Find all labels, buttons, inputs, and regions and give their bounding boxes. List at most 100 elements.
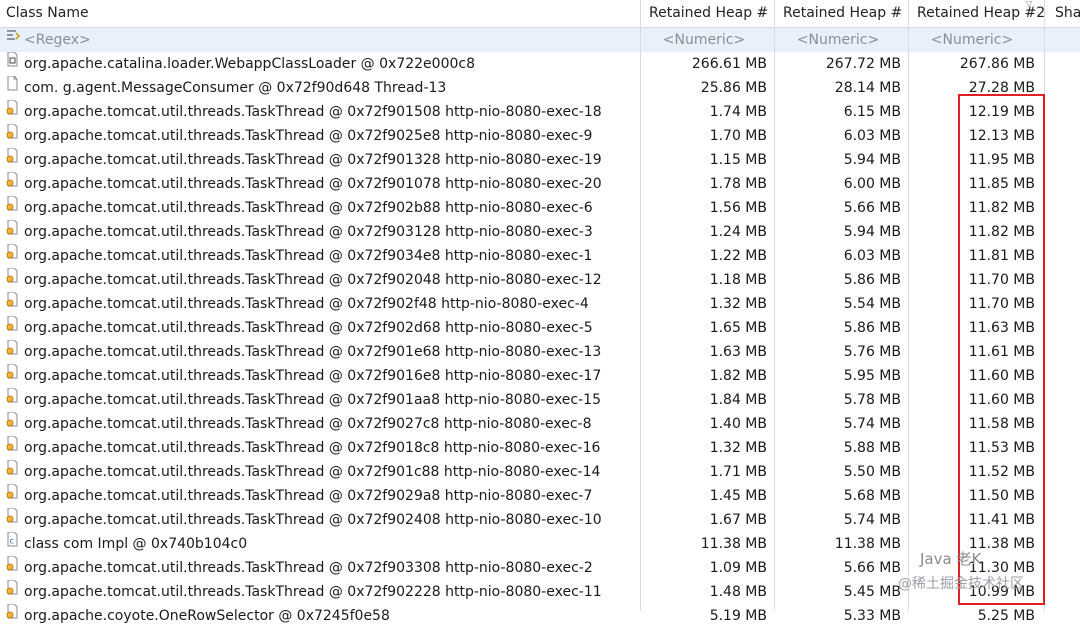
watermark-community: @稀土掘金技术社区 (898, 576, 1024, 592)
class-name-cell: org.apache.tomcat.util.threads.TaskThrea… (0, 340, 640, 364)
regex-filter-input[interactable]: <Regex> (24, 28, 91, 52)
column-header-heap2[interactable]: Retained Heap #2 (908, 0, 1044, 27)
retained-heap-0-cell: 1.67 MB (709, 512, 767, 528)
retained-heap-1-cell: 5.94 MB (843, 152, 901, 168)
table-row[interactable]: org.apache.tomcat.util.threads.TaskThrea… (0, 508, 1080, 532)
column-header-heap1[interactable]: Retained Heap #1 (774, 0, 903, 27)
table-row[interactable]: org.apache.tomcat.util.threads.TaskThrea… (0, 268, 1080, 292)
class-name-label: org.apache.tomcat.util.threads.TaskThrea… (24, 416, 592, 432)
class-name-label: org.apache.tomcat.util.threads.TaskThrea… (24, 104, 602, 120)
retained-heap-0-cell: 1.82 MB (709, 368, 767, 384)
class-name-cell: org.apache.tomcat.util.threads.TaskThrea… (0, 268, 640, 292)
table-row[interactable]: org.apache.tomcat.util.threads.TaskThrea… (0, 316, 1080, 340)
table-row[interactable]: org.apache.tomcat.util.threads.TaskThrea… (0, 292, 1080, 316)
column-divider (1044, 0, 1045, 611)
retained-heap-0-cell: 1.78 MB (709, 176, 767, 192)
table-row[interactable]: org.apache.tomcat.util.threads.TaskThrea… (0, 196, 1080, 220)
retained-heap-2-cell: 11.81 MB (968, 248, 1035, 264)
table-header: Class Name Retained Heap #0 Retained Hea… (0, 0, 1080, 28)
retained-heap-2-cell: 267.86 MB (959, 56, 1035, 72)
table-row[interactable]: org.apache.tomcat.util.threads.TaskThrea… (0, 340, 1080, 364)
regex-filter-cell[interactable]: <Regex> (0, 28, 640, 52)
thread-icon (5, 100, 20, 123)
class-name-label: org.apache.tomcat.util.threads.TaskThrea… (24, 320, 593, 336)
thread-icon (5, 340, 20, 363)
retained-heap-1-cell: 5.95 MB (843, 368, 901, 384)
svg-text:c: c (10, 537, 14, 546)
class-name-label: org.apache.tomcat.util.threads.TaskThrea… (24, 248, 593, 264)
table-row[interactable]: org.apache.tomcat.util.threads.TaskThrea… (0, 220, 1080, 244)
retained-heap-0-cell: 11.38 MB (700, 536, 767, 552)
table-row[interactable]: c class com Impl @ 0x740b104c0 11.38 MB 11.… (0, 532, 1080, 556)
thread-icon (5, 148, 20, 171)
thread-icon (5, 268, 20, 291)
retained-heap-1-cell: 11.38 MB (834, 536, 901, 552)
retained-heap-2-cell: 11.60 MB (968, 392, 1035, 408)
table-row[interactable]: org.apache.coyote.OneRowSelector @ 0x724… (0, 604, 1080, 628)
retained-heap-1-cell: 5.74 MB (843, 416, 901, 432)
table-row[interactable]: org.apache.tomcat.util.threads.TaskThrea… (0, 124, 1080, 148)
class-name-label: org.apache.tomcat.util.threads.TaskThrea… (24, 296, 589, 312)
retained-heap-0-cell: 266.61 MB (691, 56, 767, 72)
table-row[interactable]: org.apache.tomcat.util.threads.TaskThrea… (0, 172, 1080, 196)
retained-heap-2-cell: 11.52 MB (968, 464, 1035, 480)
column-divider (774, 0, 775, 611)
class-name-label: class com Impl @ 0x740b104c0 (24, 536, 248, 552)
table-row[interactable]: org.apache.catalina.loader.WebappClassLo… (0, 52, 1080, 76)
table-row[interactable]: org.apache.tomcat.util.threads.TaskThrea… (0, 436, 1080, 460)
retained-heap-1-cell: 6.03 MB (843, 248, 901, 264)
class-name-label: org.apache.tomcat.util.threads.TaskThrea… (24, 176, 602, 192)
retained-heap-0-cell: 1.24 MB (709, 224, 767, 240)
class-name-cell: org.apache.tomcat.util.threads.TaskThrea… (0, 196, 640, 220)
table-row[interactable]: com. g.agent.MessageConsumer @ 0x72f90d6… (0, 76, 1080, 100)
thread-icon (5, 436, 20, 459)
column-header-shallow[interactable]: Sha (1044, 0, 1080, 27)
class-name-label: org.apache.catalina.loader.WebappClassLo… (24, 56, 475, 72)
numeric-filter-heap2[interactable]: <Numeric> (909, 28, 1035, 52)
retained-heap-1-cell: 6.00 MB (843, 176, 901, 192)
table-row[interactable]: org.apache.tomcat.util.threads.TaskThrea… (0, 460, 1080, 484)
numeric-filter-heap0[interactable]: <Numeric> (641, 28, 767, 52)
class-loader-icon (5, 52, 20, 75)
retained-heap-1-cell: 267.72 MB (825, 56, 901, 72)
column-header-heap0[interactable]: Retained Heap #0 (640, 0, 769, 27)
retained-heap-1-cell: 28.14 MB (834, 80, 901, 96)
retained-heap-1-cell: 5.76 MB (843, 344, 901, 360)
retained-heap-0-cell: 1.63 MB (709, 344, 767, 360)
retained-heap-1-cell: 5.33 MB (843, 608, 901, 624)
class-name-label: org.apache.coyote.OneRowSelector @ 0x724… (24, 608, 390, 624)
table-row[interactable]: org.apache.tomcat.util.threads.TaskThrea… (0, 484, 1080, 508)
retained-heap-0-cell: 1.32 MB (709, 296, 767, 312)
retained-heap-2-cell: 11.70 MB (968, 296, 1035, 312)
column-divider (908, 0, 909, 611)
thread-icon (5, 412, 20, 435)
table-row[interactable]: org.apache.tomcat.util.threads.TaskThrea… (0, 244, 1080, 268)
thread-icon (5, 460, 20, 483)
class-name-cell: org.apache.tomcat.util.threads.TaskThrea… (0, 100, 640, 124)
class-name-cell: org.apache.tomcat.util.threads.TaskThrea… (0, 148, 640, 172)
table-row[interactable]: org.apache.tomcat.util.threads.TaskThrea… (0, 388, 1080, 412)
table-row[interactable]: org.apache.tomcat.util.threads.TaskThrea… (0, 364, 1080, 388)
retained-heap-2-cell: 11.60 MB (968, 368, 1035, 384)
retained-heap-0-cell: 1.15 MB (709, 152, 767, 168)
class-name-label: org.apache.tomcat.util.threads.TaskThrea… (24, 344, 602, 360)
table-row[interactable]: org.apache.tomcat.util.threads.TaskThrea… (0, 412, 1080, 436)
thread-icon (5, 364, 20, 387)
retained-heap-2-cell: 11.82 MB (968, 224, 1035, 240)
retained-heap-2-cell: 12.19 MB (968, 104, 1035, 120)
thread-icon (5, 388, 20, 411)
table-row[interactable]: org.apache.tomcat.util.threads.TaskThrea… (0, 148, 1080, 172)
class-name-cell: c class com Impl @ 0x740b104c0 (0, 532, 640, 556)
class-name-label: org.apache.tomcat.util.threads.TaskThrea… (24, 272, 602, 288)
retained-heap-1-cell: 5.78 MB (843, 392, 901, 408)
class-name-cell: org.apache.tomcat.util.threads.TaskThrea… (0, 316, 640, 340)
thread-icon (5, 580, 20, 603)
thread-icon (5, 604, 20, 627)
column-header-class-name[interactable]: Class Name (6, 0, 636, 27)
table-row[interactable]: org.apache.tomcat.util.threads.TaskThrea… (0, 100, 1080, 124)
retained-heap-1-cell: 5.88 MB (843, 440, 901, 456)
numeric-filter-heap1[interactable]: <Numeric> (775, 28, 901, 52)
thread-icon (5, 484, 20, 507)
retained-heap-0-cell: 1.56 MB (709, 200, 767, 216)
class-name-cell: org.apache.tomcat.util.threads.TaskThrea… (0, 484, 640, 508)
